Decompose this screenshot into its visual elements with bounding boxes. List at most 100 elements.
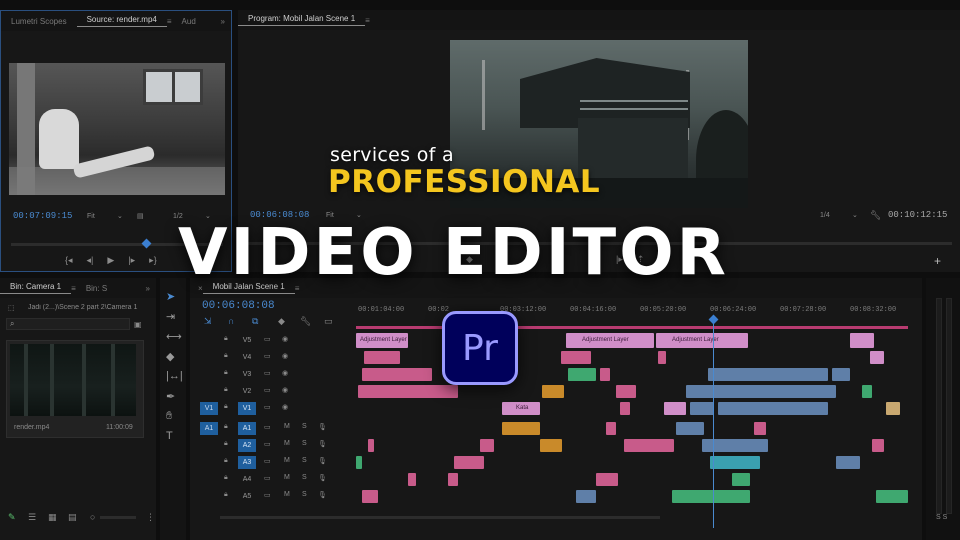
nest-icon[interactable]: ⇲: [204, 316, 212, 327]
audio-clip[interactable]: [710, 456, 760, 469]
eye-icon[interactable]: ◉: [282, 369, 288, 377]
work-area-bar[interactable]: [356, 326, 908, 329]
source-resolution-select[interactable]: 1/2: [173, 213, 183, 220]
lock-icon[interactable]: 🔒︎: [224, 491, 228, 499]
track-lane-v4[interactable]: [356, 349, 908, 366]
lock-icon[interactable]: 🔒︎: [224, 335, 228, 343]
clip[interactable]: [620, 402, 630, 415]
eye-icon[interactable]: ◉: [282, 352, 288, 360]
sync-icon[interactable]: ▭: [264, 457, 271, 465]
lock-icon[interactable]: 🔒︎: [224, 457, 228, 465]
wrench-icon[interactable]: 🔧︎: [300, 316, 311, 327]
solo-button[interactable]: S: [302, 440, 307, 447]
audio-clip[interactable]: [876, 490, 908, 503]
track-label[interactable]: A1: [238, 422, 256, 435]
adjustment-layer-clip[interactable]: Adjustment Layer: [566, 333, 654, 348]
audio-clip[interactable]: [448, 473, 458, 486]
track-label[interactable]: A5: [238, 490, 256, 503]
clip[interactable]: [542, 385, 564, 398]
track-label[interactable]: V2: [238, 385, 256, 398]
chevron-down-icon[interactable]: ⌄: [356, 211, 362, 219]
sync-icon[interactable]: ▭: [264, 369, 271, 377]
audio-clip[interactable]: [672, 490, 750, 503]
mute-button[interactable]: M: [284, 423, 290, 430]
clip[interactable]: [832, 368, 850, 381]
source-fit-select[interactable]: Fit: [87, 213, 95, 220]
microphone-icon[interactable]: 🎙︎: [318, 491, 327, 499]
solo-button[interactable]: S: [302, 423, 307, 430]
tab-menu-icon[interactable]: ≡: [365, 16, 370, 25]
track-label[interactable]: V5: [238, 334, 256, 347]
audio-clip[interactable]: [702, 439, 768, 452]
clip[interactable]: [862, 385, 872, 398]
clip[interactable]: [568, 368, 596, 381]
audio-clip[interactable]: [836, 456, 860, 469]
adjustment-layer-clip[interactable]: [850, 333, 874, 348]
step-back-icon[interactable]: ◂|: [87, 255, 94, 266]
track-lane-v1[interactable]: Kata: [356, 400, 908, 417]
tab-bin-camera-1[interactable]: Bin: Camera 1: [0, 282, 72, 294]
captions-icon[interactable]: ▭: [324, 316, 333, 327]
wrench-icon[interactable]: 🔧︎: [870, 210, 881, 221]
sync-icon[interactable]: ▭: [264, 423, 271, 431]
tab-lumetri-scopes[interactable]: Lumetri Scopes: [1, 17, 77, 26]
clip[interactable]: [358, 385, 458, 398]
audio-clip[interactable]: [408, 473, 416, 486]
zoom-slider-handle[interactable]: ○: [90, 512, 95, 522]
type-tool-icon[interactable]: T: [166, 430, 173, 442]
timeline-playhead[interactable]: [713, 318, 714, 528]
program-video-frame[interactable]: [450, 40, 748, 208]
lift-icon[interactable]: ⇡: [637, 254, 645, 265]
lock-icon[interactable]: 🔒︎: [224, 369, 228, 377]
step-forward-icon[interactable]: |▸: [128, 255, 135, 266]
audio-clip[interactable]: [502, 422, 540, 435]
track-header-a4[interactable]: 🔒︎ A4 ▭ M S 🎙︎: [190, 471, 356, 488]
eye-icon[interactable]: ◉: [282, 386, 288, 394]
program-fit-select[interactable]: Fit: [326, 212, 334, 219]
tab-menu-icon[interactable]: ≡: [295, 284, 300, 293]
track-header-a3[interactable]: 🔒︎ A3 ▭ M S 🎙︎: [190, 454, 356, 471]
mute-button[interactable]: M: [284, 474, 290, 481]
eye-icon[interactable]: ◉: [282, 403, 288, 411]
source-timecode[interactable]: 00:07:09:15: [13, 211, 72, 221]
bin-search-input[interactable]: ⌕: [6, 318, 130, 330]
export-frame-icon[interactable]: ▣: [658, 254, 667, 265]
microphone-icon[interactable]: 🎙︎: [318, 474, 327, 482]
tab-bin-s[interactable]: Bin: S: [76, 284, 117, 293]
ripple-edit-tool-icon[interactable]: ⟷: [166, 330, 182, 343]
tab-sequence[interactable]: Mobil Jalan Scene 1: [202, 282, 295, 294]
clip[interactable]: [686, 385, 836, 398]
pen-tool-icon[interactable]: ✒: [166, 390, 175, 403]
microphone-icon[interactable]: 🎙︎: [318, 423, 327, 431]
timeline-timecode[interactable]: 00:06:08:08: [202, 300, 275, 312]
solo-button[interactable]: S: [302, 457, 307, 464]
mute-button[interactable]: M: [284, 440, 290, 447]
track-header-v3[interactable]: 🔒︎ V3 ▭ ◉: [190, 366, 356, 383]
chevron-down-icon[interactable]: ⌄: [205, 212, 211, 220]
clip[interactable]: [664, 402, 686, 415]
audio-clip[interactable]: [576, 490, 596, 503]
source-patch-v1[interactable]: V1: [200, 402, 218, 415]
track-label[interactable]: V4: [238, 351, 256, 364]
track-header-a5[interactable]: 🔒︎ A5 ▭ M S 🎙︎: [190, 488, 356, 505]
solo-button[interactable]: S: [302, 474, 307, 481]
clip[interactable]: [708, 368, 828, 381]
track-lane-v3[interactable]: [356, 366, 908, 383]
razor-tool-icon[interactable]: ◆: [166, 350, 174, 363]
selection-tool-icon[interactable]: ➤: [166, 290, 175, 303]
lock-icon[interactable]: 🔒︎: [224, 423, 228, 431]
clip[interactable]: [690, 402, 714, 415]
track-header-a1[interactable]: A1 🔒︎ A1 ▭ M S 🎙︎: [190, 420, 356, 437]
lock-icon[interactable]: 🔒︎: [224, 386, 228, 394]
pencil-icon[interactable]: ✎: [8, 512, 16, 523]
adjustment-layer-clip[interactable]: Adjustment Layer: [356, 333, 408, 348]
source-scrub-bar[interactable]: [11, 243, 223, 246]
microphone-icon[interactable]: 🎙︎: [318, 457, 327, 465]
audio-clip[interactable]: [480, 439, 494, 452]
bin-up-icon[interactable]: ⬚: [8, 304, 15, 312]
more-tabs-icon[interactable]: »: [221, 17, 225, 26]
clip[interactable]: [362, 368, 432, 381]
track-header-v1[interactable]: V1 🔒︎ V1 ▭ ◉: [190, 400, 356, 417]
track-label[interactable]: V3: [238, 368, 256, 381]
clip[interactable]: [364, 351, 400, 364]
